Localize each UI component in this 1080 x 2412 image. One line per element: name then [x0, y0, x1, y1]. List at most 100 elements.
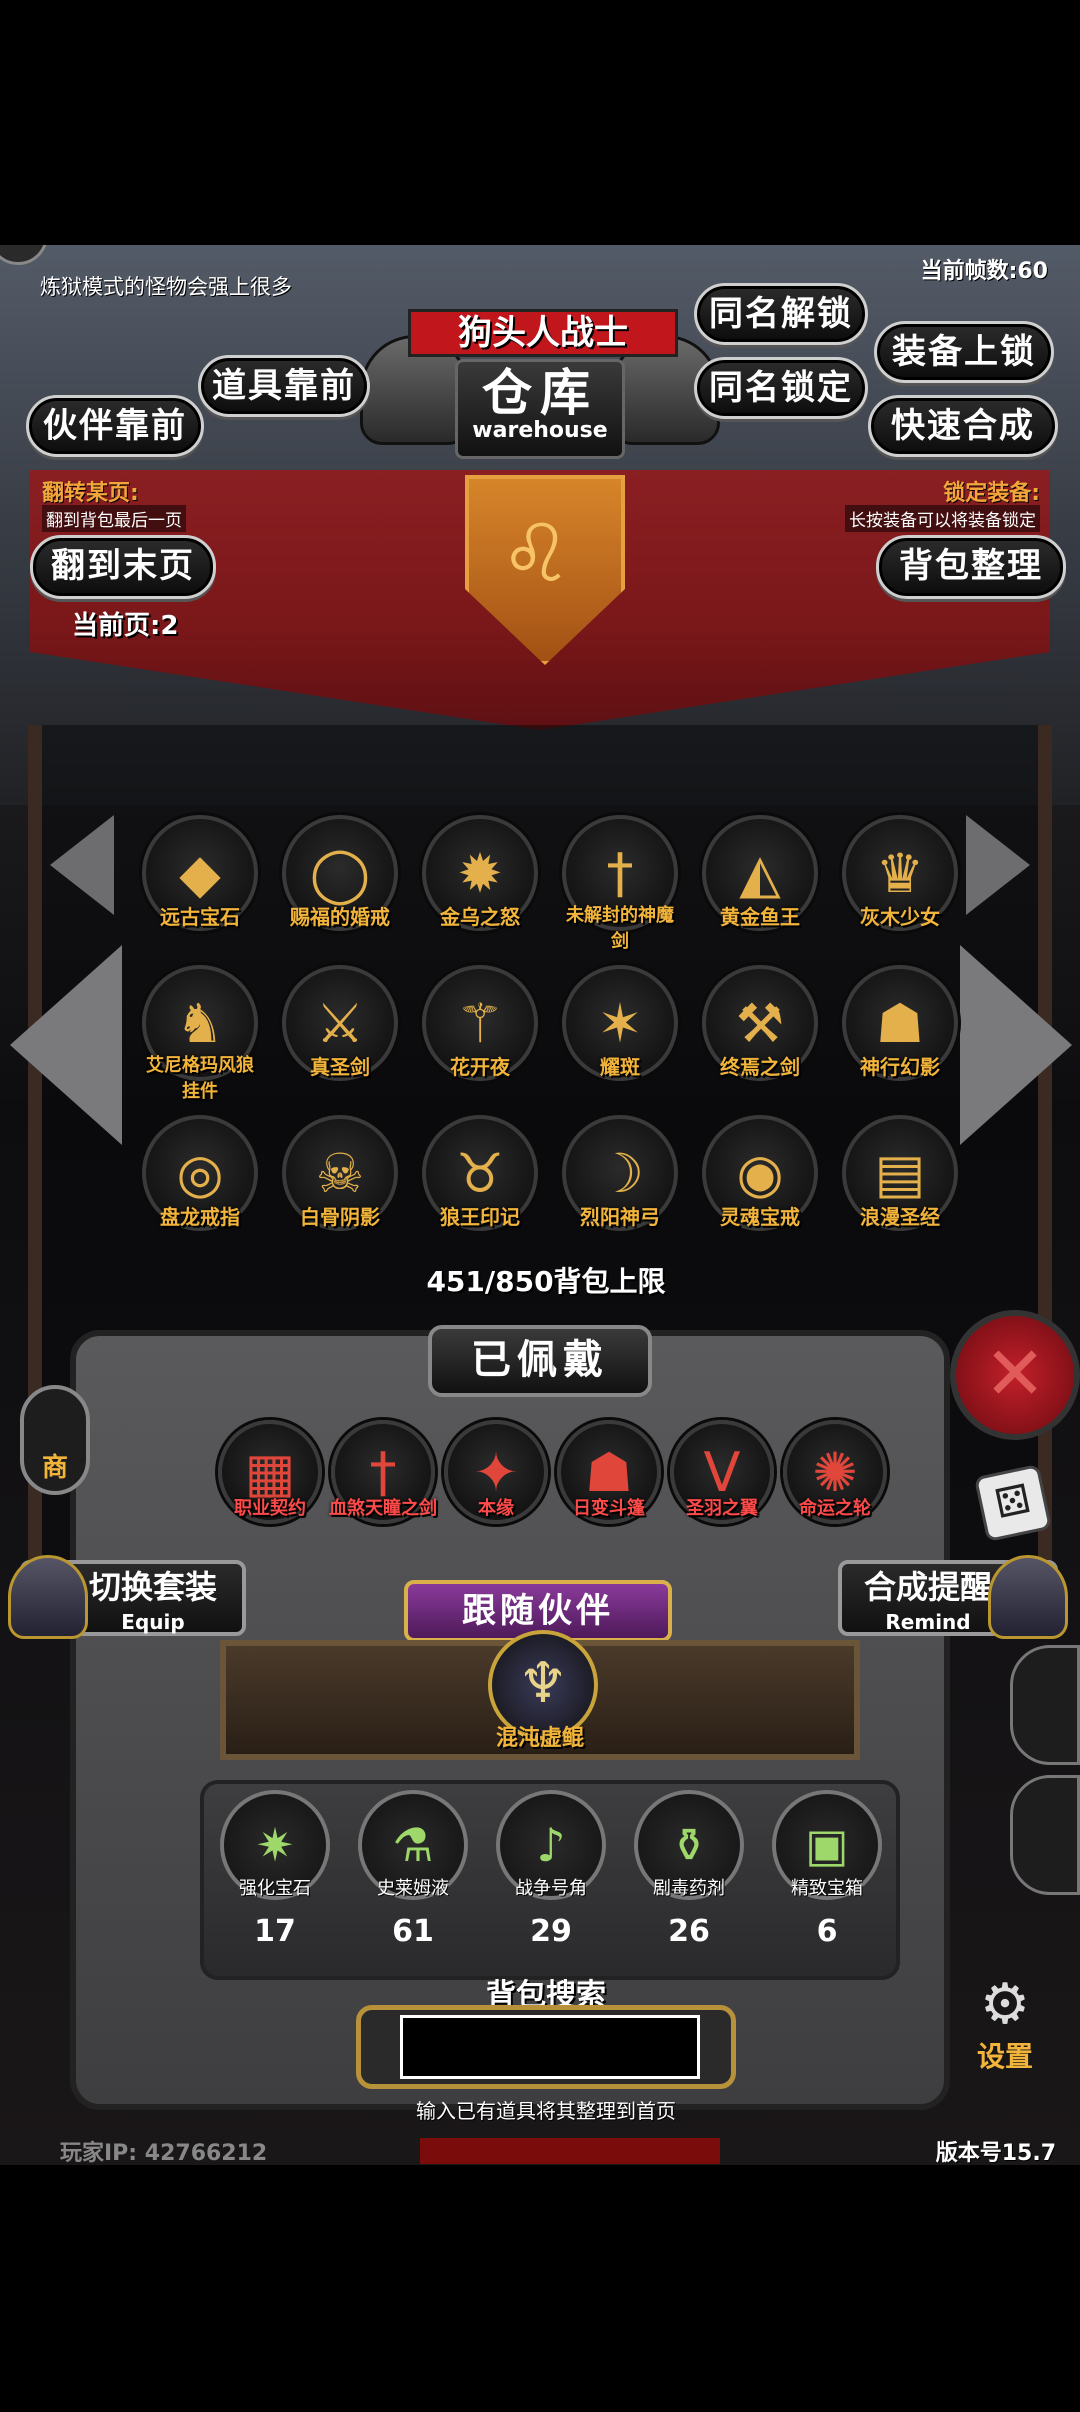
bag-sort-button[interactable]: 背包整理: [876, 535, 1066, 599]
equip-lock-button[interactable]: 装备上锁: [874, 321, 1054, 383]
page-title-en: warehouse: [472, 418, 608, 443]
page-title: 仓库: [482, 364, 598, 422]
shop-side-button[interactable]: 商: [20, 1385, 90, 1495]
equipped-item-label: 血煞天瞳之剑: [329, 1498, 437, 1519]
item-label: 狼王印记: [440, 1205, 520, 1229]
item-label: 浪漫圣经: [860, 1205, 940, 1229]
consumable-count: 61: [392, 1914, 434, 1949]
close-button[interactable]: ✕: [950, 1310, 1080, 1440]
character-name: 狗头人战士: [458, 313, 628, 353]
side-button-1[interactable]: [1010, 1645, 1080, 1765]
inventory-item[interactable]: ⚒ 终焉之剑: [700, 965, 820, 1081]
inventory-item[interactable]: ⚔ 真圣剑: [280, 965, 400, 1081]
item-label: 未解封的神魔剑: [566, 905, 674, 952]
last-page-button[interactable]: 翻到末页: [30, 535, 216, 599]
inventory-item[interactable]: ◉ 灵魂宝戒: [700, 1115, 820, 1231]
search-input[interactable]: [400, 2015, 700, 2079]
consumable-count: 17: [254, 1914, 296, 1949]
next-page-arrow-icon[interactable]: [960, 945, 1072, 1145]
inventory-item[interactable]: ♞ 艾尼格玛风狼挂件: [140, 965, 260, 1103]
consumable-item[interactable]: ⚗ 史莱姆液 61: [348, 1790, 478, 1949]
item-label: 白骨阴影: [300, 1205, 380, 1229]
items-front-button[interactable]: 道具靠前: [198, 355, 370, 417]
consumable-count: 29: [530, 1914, 572, 1949]
jump-page-tip-title: 翻转某页:: [42, 481, 139, 506]
item-label: 烈阳神弓: [580, 1205, 660, 1229]
consumable-label: 精致宝箱: [791, 1878, 863, 1899]
equipped-item[interactable]: ▦ 职业契约: [210, 1420, 330, 1524]
equipped-item-label: 职业契约: [234, 1498, 306, 1519]
consumable-item[interactable]: ⚱ 剧毒药剂 26: [624, 1790, 754, 1949]
equipped-item[interactable]: ✦ 本缘: [436, 1420, 556, 1524]
helmet-switch-icon: [8, 1555, 88, 1639]
consumable-label: 剧毒药剂: [653, 1878, 725, 1899]
item-label: 金乌之怒: [440, 905, 520, 929]
equipped-item[interactable]: † 血煞天瞳之剑: [323, 1420, 443, 1524]
item-label: 艾尼格玛风狼挂件: [146, 1055, 254, 1102]
lion-glyph: ♌: [500, 507, 572, 600]
settings-button[interactable]: ⚙ 设置: [950, 1975, 1060, 2075]
inventory-item[interactable]: ▤ 浪漫圣经: [840, 1115, 960, 1231]
equipped-item[interactable]: ☗ 日变斗篷: [549, 1420, 669, 1524]
inventory-item[interactable]: ✶ 耀斑: [560, 965, 680, 1081]
title-plate: 仓库 warehouse: [455, 359, 625, 459]
bag-capacity: 451/850背包上限: [426, 1265, 666, 1298]
inventory-item[interactable]: ☗ 神行幻影: [840, 965, 960, 1081]
equipped-item-label: 本缘: [478, 1498, 514, 1519]
inventory-item[interactable]: ☽ 烈阳神弓: [560, 1115, 680, 1231]
equipped-title-plate: 已佩戴: [428, 1325, 652, 1397]
equipped-item-label: 圣羽之翼: [686, 1498, 758, 1519]
shop-label: 商: [41, 1453, 68, 1483]
player-ip: 玩家IP: 42766212: [60, 2141, 268, 2165]
inventory-item[interactable]: ☠ 白骨阴影: [280, 1115, 400, 1231]
consumable-item[interactable]: ✷ 强化宝石 17: [210, 1790, 340, 1949]
inventory-item[interactable]: † 未解封的神魔剑: [560, 815, 680, 953]
consumable-label: 史莱姆液: [377, 1878, 449, 1899]
side-button-2[interactable]: [1010, 1775, 1080, 1895]
prev-page-arrow-icon[interactable]: [10, 945, 122, 1145]
quick-synth-button[interactable]: 快速合成: [868, 395, 1058, 457]
item-label: 终焉之剑: [720, 1055, 800, 1079]
unlock-same-name-button[interactable]: 同名解锁: [694, 283, 868, 345]
prev-page-small-arrow-icon[interactable]: [50, 815, 114, 915]
item-label: 耀斑: [600, 1055, 640, 1079]
consumable-item[interactable]: ▣ 精致宝箱 6: [762, 1790, 892, 1949]
equipped-title: 已佩戴: [471, 1337, 609, 1383]
consumable-item[interactable]: ♪ 战争号角 29: [486, 1790, 616, 1949]
equipped-item[interactable]: ᐯ 圣羽之翼: [662, 1420, 782, 1524]
consumable-label: 强化宝石: [239, 1878, 311, 1899]
inventory-item[interactable]: ✹ 金乌之怒: [420, 815, 540, 931]
lock-same-name-button[interactable]: 同名锁定: [694, 357, 868, 419]
equipped-item[interactable]: ✺ 命运之轮: [775, 1420, 895, 1524]
lock-equip-tip-title: 锁定装备:: [943, 481, 1040, 506]
item-label: 灰木少女: [860, 905, 940, 929]
health-bar: [420, 2138, 720, 2164]
equipped-item-label: 日变斗篷: [573, 1498, 645, 1519]
dice-icon[interactable]: ⚄: [973, 1463, 1053, 1543]
inventory-item[interactable]: ◯ 赐福的婚戒: [280, 815, 400, 931]
current-page: 当前页:2: [72, 611, 179, 641]
inventory-item[interactable]: ◎ 盘龙戒指: [140, 1115, 260, 1231]
inventory-item[interactable]: ♛ 灰木少女: [840, 815, 960, 931]
version-number: 版本号15.7: [935, 2141, 1056, 2165]
partner-name: 混沌虚鲲: [495, 1726, 584, 1751]
consumable-count: 6: [816, 1914, 838, 1949]
inventory-item[interactable]: ♉ 狼王印记: [420, 1115, 540, 1231]
inventory-item[interactable]: ◭ 黄金鱼王: [700, 815, 820, 931]
item-label: 远古宝石: [160, 905, 240, 929]
inventory-item[interactable]: ⚚ 花开夜: [420, 965, 540, 1081]
game-screen: 当前帧数:60 炼狱模式的怪物会强上很多 狗头人战士 仓库 warehouse …: [0, 245, 1080, 2165]
gear-icon: ⚙: [979, 1972, 1031, 2037]
partner-front-button[interactable]: 伙伴靠前: [26, 395, 204, 457]
item-label: 灵魂宝戒: [720, 1205, 800, 1229]
fps-counter: 当前帧数:60: [920, 259, 1048, 284]
inventory-item[interactable]: ◆ 远古宝石: [140, 815, 260, 931]
item-label: 黄金鱼王: [720, 905, 800, 929]
equipped-item-label: 命运之轮: [799, 1498, 871, 1519]
character-name-plate: 狗头人战士: [408, 309, 678, 357]
next-page-small-arrow-icon[interactable]: [966, 815, 1030, 915]
lock-equip-tip-desc: 长按装备可以将装备锁定: [845, 505, 1040, 532]
item-label: 神行幻影: [860, 1055, 940, 1079]
item-label: 真圣剑: [310, 1055, 370, 1079]
search-hint: 输入已有道具将其整理到首页: [416, 2099, 676, 2123]
